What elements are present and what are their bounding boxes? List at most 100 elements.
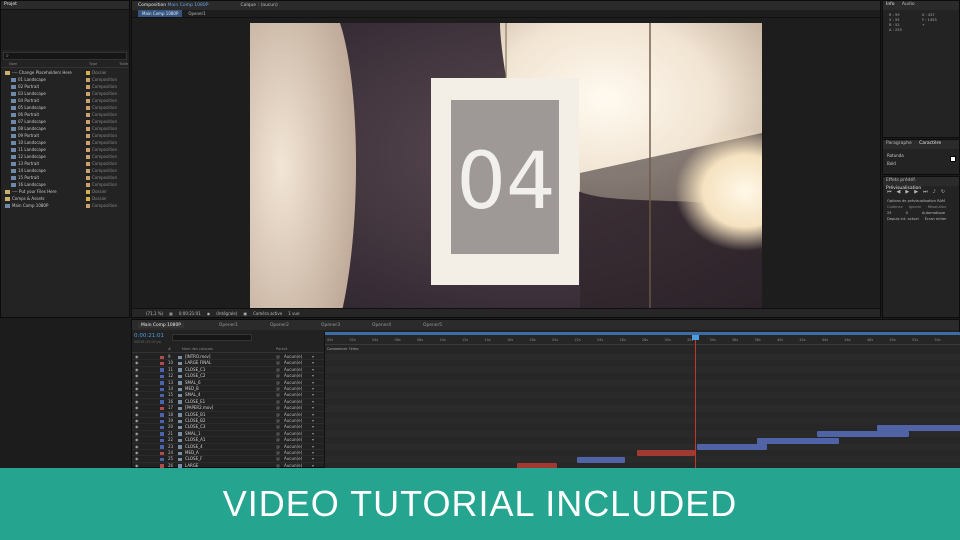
project-folder-row[interactable]: Comps & Assets Dossier (1, 195, 129, 202)
grid-icon[interactable]: ▦ (169, 311, 173, 316)
project-comp-row[interactable]: Main Comp 1080P Composition (1, 202, 129, 209)
project-comp-row[interactable]: 13 Portrait Composition (1, 160, 129, 167)
quality-select[interactable]: (Intégrale) (216, 311, 237, 316)
font-style-select[interactable]: Bold (887, 160, 955, 168)
layer-label-color[interactable] (160, 368, 164, 372)
composition-tab[interactable]: Composition Main Comp 1080P (135, 2, 211, 10)
label-color-swatch[interactable] (86, 70, 90, 75)
layer-label-color[interactable] (160, 374, 164, 379)
label-color-swatch[interactable] (86, 98, 90, 103)
layer-label-color[interactable] (160, 457, 164, 462)
label-color-swatch[interactable] (86, 126, 90, 131)
label-color-swatch[interactable] (86, 154, 90, 159)
project-comp-row[interactable]: 05 Landscape Composition (1, 104, 129, 111)
layer-duration-bar[interactable] (697, 443, 767, 450)
project-comp-row[interactable]: 06 Portrait Composition (1, 111, 129, 118)
layer-duration-bar[interactable] (637, 450, 695, 457)
layer-label-color[interactable] (160, 413, 164, 417)
timeline-tab[interactable]: Opener1 (216, 323, 241, 328)
label-color-swatch[interactable] (86, 105, 90, 110)
timeline-tab[interactable]: Opener5 (420, 323, 445, 328)
first-frame-icon[interactable]: ⏮ (887, 189, 892, 195)
audio-tab[interactable]: Audio (899, 1, 918, 9)
comp-subtab-main[interactable]: Main Comp 1080P (138, 10, 183, 17)
project-comp-row[interactable]: 01 Landscape Composition (1, 76, 129, 83)
project-comp-row[interactable]: 15 Portrait Composition (1, 174, 129, 181)
project-comp-row[interactable]: 07 Landscape Composition (1, 118, 129, 125)
layer-duration-bar[interactable] (757, 437, 839, 444)
layer-label-color[interactable] (160, 419, 164, 423)
layer-tab[interactable]: Calque : (aucun) (237, 2, 280, 10)
composition-viewer[interactable]: 04 (250, 23, 762, 311)
project-comp-row[interactable]: 14 Landscape Composition (1, 167, 129, 174)
project-comp-row[interactable]: 12 Landscape Composition (1, 153, 129, 160)
comp-subtab-opener1[interactable]: Opener1 (188, 11, 205, 16)
timeline-tab[interactable]: Opener3 (318, 323, 343, 328)
play-icon[interactable]: ▶ (905, 189, 909, 195)
zoom-select[interactable]: (71,1 %) (146, 311, 163, 316)
region-icon[interactable]: ▣ (243, 311, 247, 316)
layer-label-color[interactable] (160, 355, 164, 359)
project-comp-row[interactable]: 04 Portrait Composition (1, 97, 129, 104)
camera-select[interactable]: Caméra active (253, 311, 282, 316)
project-tab[interactable]: Projet (1, 1, 20, 9)
project-comp-row[interactable]: 11 Landscape Composition (1, 146, 129, 153)
fill-color-swatch[interactable] (950, 156, 956, 162)
label-color-swatch[interactable] (86, 161, 90, 166)
layer-label-color[interactable] (160, 445, 164, 449)
label-color-swatch[interactable] (86, 203, 90, 208)
project-folder-row[interactable]: ---- Change Placeholders Here Dossier (1, 69, 129, 76)
playhead-handle[interactable] (692, 335, 699, 340)
layer-label-color[interactable] (160, 361, 164, 366)
layer-label-color[interactable] (160, 451, 164, 455)
layer-label-color[interactable] (160, 393, 164, 398)
col-type[interactable]: Type (89, 62, 119, 67)
label-color-swatch[interactable] (86, 133, 90, 138)
time-ruler[interactable]: 00s 02s 04s 06s 08s 10s 12s 14s 16s 18s 20s 22s 24s 2… (325, 338, 960, 345)
label-color-swatch[interactable] (86, 189, 90, 194)
project-comp-row[interactable]: 16 Landscape Composition (1, 181, 129, 188)
timeline-tab[interactable]: Opener4 (369, 323, 394, 328)
timeline-timecode[interactable]: 0:00:21:01 (134, 333, 164, 339)
col-name[interactable]: Nom (9, 62, 89, 67)
project-comp-row[interactable]: 03 Landscape Composition (1, 90, 129, 97)
timeline-tab[interactable]: Opener2 (267, 323, 292, 328)
label-color-swatch[interactable] (86, 77, 90, 82)
font-family-select[interactable]: Rotunda (887, 152, 955, 160)
character-tab[interactable]: Caractère (916, 140, 944, 148)
next-frame-icon[interactable]: ▶ (914, 189, 918, 195)
playhead-line[interactable] (695, 336, 696, 469)
project-search-input[interactable]: ⌕ (3, 52, 127, 60)
label-color-swatch[interactable] (86, 119, 90, 124)
label-color-swatch[interactable] (86, 168, 90, 173)
from-current-checkbox[interactable]: Depuis int. actuel (887, 216, 919, 222)
layer-label-color[interactable] (160, 400, 164, 404)
layer-label-color[interactable] (160, 406, 164, 411)
label-color-swatch[interactable] (86, 182, 90, 187)
label-color-swatch[interactable] (86, 91, 90, 96)
prev-frame-icon[interactable]: ◀ (897, 189, 901, 195)
camera-icon[interactable]: ◉ (207, 311, 211, 316)
col-size[interactable]: Taille (119, 62, 128, 67)
project-comp-row[interactable]: 10 Landscape Composition (1, 139, 129, 146)
label-color-swatch[interactable] (86, 175, 90, 180)
label-color-swatch[interactable] (86, 196, 90, 201)
timeline-search-input[interactable] (172, 334, 252, 341)
layer-duration-bar[interactable] (877, 424, 960, 431)
label-color-swatch[interactable] (86, 147, 90, 152)
layer-label-color[interactable] (160, 432, 164, 436)
layer-duration-bar[interactable] (577, 456, 625, 463)
layer-duration-bar[interactable] (817, 431, 909, 438)
project-comp-row[interactable]: 02 Portrait Composition (1, 83, 129, 90)
timeline-graph-area[interactable]: 00s 02s 04s 06s 08s 10s 12s 14s 16s 18s 20s 22s 24s 2… (324, 332, 960, 470)
label-color-swatch[interactable] (86, 84, 90, 89)
last-frame-icon[interactable]: ⏭ (923, 189, 928, 195)
paragraph-tab[interactable]: Paragraphe (883, 140, 915, 148)
layer-label-color[interactable] (160, 387, 164, 391)
timeline-tab[interactable]: Main Comp 1080P (138, 322, 184, 328)
comp-marker[interactable]: Commencer l'intro (327, 347, 358, 351)
label-color-swatch[interactable] (86, 140, 90, 145)
views-select[interactable]: 1 vue (288, 311, 299, 316)
label-color-swatch[interactable] (86, 112, 90, 117)
project-comp-row[interactable]: 09 Portrait Composition (1, 132, 129, 139)
